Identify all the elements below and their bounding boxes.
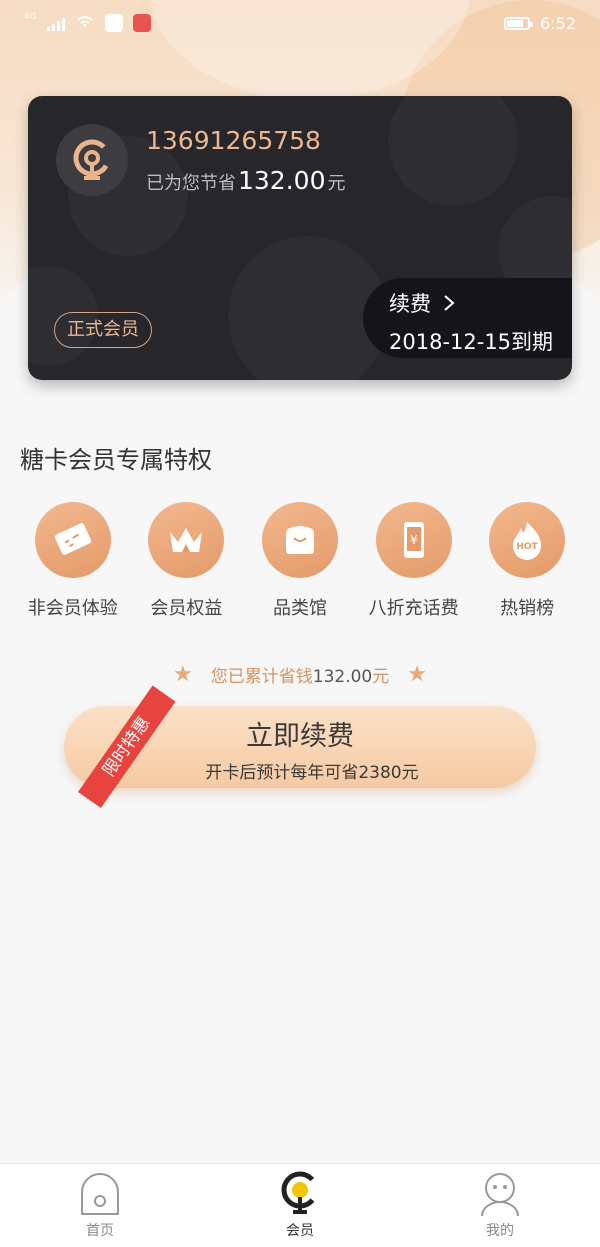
member-status-badge: 正式会员 (54, 312, 152, 348)
renew-link[interactable]: 续费 2018-12-15到期 (363, 278, 572, 358)
hot-flame-icon: HOT (513, 522, 542, 560)
member-icon (281, 1171, 319, 1214)
crown-icon (170, 528, 203, 552)
saved-amount: 132.00 (238, 166, 326, 195)
privilege-benefits[interactable]: 会员权益 (130, 502, 244, 620)
phone-recharge-icon: ¥ (403, 522, 424, 558)
expiry-date: 2018-12-15到期 (389, 330, 554, 354)
nav-member[interactable]: 会员 (240, 1164, 360, 1240)
signal-icon (46, 15, 65, 31)
renew-button-subtitle: 开卡后预计每年可省2380元 (205, 763, 419, 783)
svg-text:¥: ¥ (410, 533, 418, 547)
renew-label: 续费 (389, 292, 431, 316)
saved-prefix: 已为您节省 (146, 173, 236, 194)
wifi-icon (75, 13, 95, 33)
network-type: 4G (24, 12, 37, 22)
accumulated-savings: ★ 您已累计省钱132.00元 ★ (0, 662, 600, 687)
star-icon: ★ (173, 662, 193, 687)
shopping-bag-icon (285, 526, 314, 554)
privilege-hot[interactable]: HOT 热销榜 (470, 502, 584, 620)
accumulated-unit: 元 (372, 667, 390, 687)
saved-unit: 元 (327, 173, 346, 194)
status-time: 6:52 (540, 13, 576, 33)
member-card: 13691265758 已为您节省 132.00 元 正式会员 续费 2018-… (28, 96, 572, 380)
avatar[interactable] (56, 124, 128, 196)
sina-weibo-icon (104, 14, 123, 32)
saved-summary: 已为您节省 132.00 元 (146, 166, 345, 195)
privilege-category[interactable]: 品类馆 (243, 502, 357, 620)
ticket-icon (54, 523, 91, 555)
nav-home[interactable]: 首页 (40, 1164, 160, 1240)
star-icon: ★ (407, 662, 427, 687)
red-app-icon (132, 14, 151, 32)
chevron-right-icon (444, 295, 455, 311)
member-logo-icon (73, 139, 111, 180)
home-icon (81, 1173, 119, 1215)
accumulated-text: 您已累计省钱 (210, 667, 313, 687)
privilege-recharge[interactable]: ¥ 八折充话费 (357, 502, 471, 620)
privileges-title: 糖卡会员专属特权 (20, 446, 212, 474)
profile-icon (481, 1173, 519, 1217)
status-bar: 4G 6:52 (0, 0, 600, 46)
nav-mine[interactable]: 我的 (440, 1164, 560, 1240)
member-phone: 13691265758 (146, 126, 321, 155)
svg-text:HOT: HOT (517, 542, 539, 552)
accumulated-amount: 132.00 (312, 667, 373, 687)
bottom-nav: 首页 会员 我的 (0, 1163, 600, 1247)
privileges-grid: 非会员体验 会员权益 品类馆 ¥ 八折充话费 HOT 热销榜 (0, 502, 600, 620)
privilege-trial[interactable]: 非会员体验 (16, 502, 130, 620)
battery-icon (504, 16, 534, 30)
